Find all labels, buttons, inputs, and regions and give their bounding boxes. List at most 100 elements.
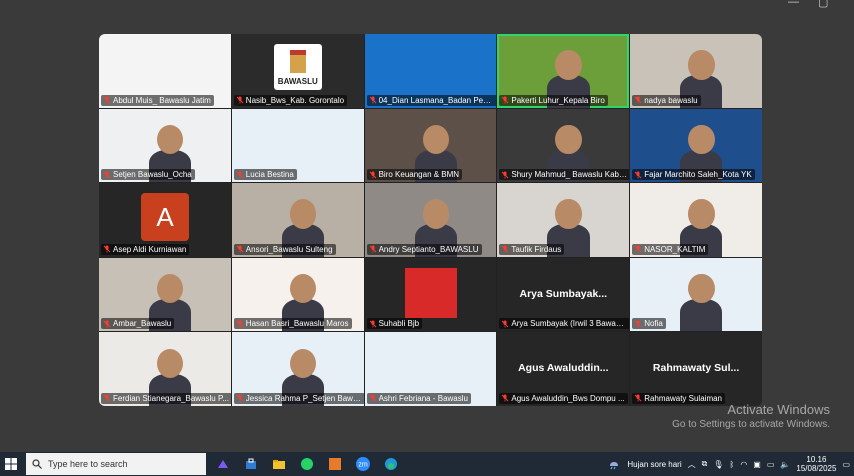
participant-tile[interactable]: Fajar Marchito Saleh_Kota YK <box>630 108 762 183</box>
sketch-app-icon[interactable] <box>324 452 346 476</box>
participant-face <box>688 50 715 80</box>
participant-tile[interactable]: Abdul Muis_ Bawaslu Jatim <box>99 34 231 108</box>
participant-label: Nofia <box>632 318 666 330</box>
activate-windows-subtitle: Go to Settings to activate Windows. <box>672 419 830 430</box>
participant-name: Lucia Bestina <box>245 170 294 180</box>
participant-tile[interactable]: Ferdian Stianegara_Bawaslu P... <box>99 332 231 406</box>
participant-label: Hasan Basri_Bawaslu Maros <box>233 318 352 330</box>
participant-tile[interactable]: Agus Awaluddin... Agus Awaluddin_Bws Domp… <box>497 332 630 406</box>
start-button[interactable] <box>0 452 22 476</box>
participant-tile[interactable]: Suhabli Bjb <box>364 257 497 332</box>
participant-tile[interactable]: Ambar_Bawaslu <box>99 257 231 332</box>
store-icon[interactable] <box>240 452 262 476</box>
volume-icon[interactable]: 🔈 <box>780 460 790 469</box>
microphone-icon[interactable]: 🎙 <box>713 460 723 469</box>
participant-name: Ambar_Bawaslu <box>113 319 172 329</box>
participant-face <box>555 50 582 80</box>
clock-date: 15/08/2025 <box>796 464 837 473</box>
clock-time: 10.16 <box>806 455 827 464</box>
participant-tile[interactable]: Rahmawaty Sul... Rahmawaty Sulaiman <box>630 332 762 406</box>
file-explorer-icon[interactable] <box>268 452 290 476</box>
battery-icon[interactable]: ▭ <box>767 460 775 469</box>
participant-tile[interactable]: Andry Septianto_BAWASLU <box>364 183 497 257</box>
participant-name: Andry Septianto_BAWASLU <box>378 244 479 254</box>
participant-tile[interactable]: Ashri Febriana - Bawaslu <box>364 332 497 406</box>
participant-label: nadya bawaslu <box>632 94 701 106</box>
participant-label: Taufik Firdaus <box>499 243 565 255</box>
participant-label: Ambar_Bawaslu <box>101 318 175 330</box>
participant-name: Pakerti Luhur_Kepala Biro <box>511 95 605 105</box>
participant-tile[interactable]: Setjen Bawaslu_Ocha <box>99 108 231 183</box>
participant-face <box>555 199 582 229</box>
muted-mic-icon <box>236 96 244 104</box>
minimize-button[interactable]: — <box>788 0 799 8</box>
muted-mic-icon <box>369 320 376 328</box>
participant-tile[interactable]: NASOR_KALTIM <box>630 183 762 257</box>
copilot-icon[interactable] <box>212 452 234 476</box>
participant-name: Nasib_Bws_Kab. Gorontalo <box>245 95 345 105</box>
wifi-icon[interactable]: ◠ <box>740 460 747 469</box>
muted-mic-icon <box>369 96 376 104</box>
notifications-icon[interactable]: ▭ <box>842 460 850 469</box>
participant-name: Hasan Basri_Bawaslu Maros <box>245 319 349 329</box>
participant-face <box>555 124 582 155</box>
clock[interactable]: 10.16 15/08/2025 <box>796 455 836 473</box>
muted-mic-icon <box>369 171 376 179</box>
participant-face <box>688 273 715 304</box>
whatsapp-icon[interactable] <box>296 452 318 476</box>
muted-mic-icon <box>502 394 509 402</box>
weather-icon <box>610 462 619 470</box>
participant-face <box>422 124 449 155</box>
participant-name: Ferdian Stianegara_Bawaslu P... <box>113 393 229 403</box>
bawaslu-logo: BAWASLU <box>273 44 322 90</box>
weather-text[interactable]: Hujan sore hari <box>627 460 681 469</box>
system-tray: Hujan sore hari ︿ ⧉ 🎙 ᛒ ◠ ▣ ▭ 🔈 10.16 15… <box>607 452 854 476</box>
muted-mic-icon <box>103 245 111 253</box>
participant-name: Arya Sumbayak (Irwil 3 Bawasl... <box>511 319 628 329</box>
search-icon <box>32 459 42 469</box>
muted-mic-icon <box>103 394 111 402</box>
participant-tile[interactable]: Arya Sumbayak... Arya Sumbayak (Irwil 3 B… <box>497 257 630 332</box>
participant-face <box>688 124 715 155</box>
edge-icon[interactable] <box>380 452 402 476</box>
participant-tile[interactable]: Ansori_Bawaslu Sulteng <box>231 183 364 257</box>
participant-label: Suhabli Bjb <box>366 318 423 330</box>
participant-name: Abdul Muis_ Bawaslu Jatim <box>113 95 211 105</box>
participant-face <box>688 199 715 229</box>
participant-tile[interactable]: Nofia <box>630 257 762 332</box>
muted-mic-icon <box>236 394 244 402</box>
activate-windows-title: Activate Windows <box>727 402 830 417</box>
network-icon[interactable]: ⧉ <box>702 459 708 469</box>
bluetooth-icon[interactable]: ᛒ <box>730 460 735 469</box>
participant-tile[interactable]: Shury Mahmud_ Bawaslu Kab.... <box>497 108 630 183</box>
participant-tile[interactable]: BAWASLU Nasib_Bws_Kab. Gorontalo <box>231 34 364 108</box>
chevron-up-icon[interactable]: ︿ <box>688 459 696 470</box>
muted-mic-icon <box>634 320 642 328</box>
participant-tile[interactable]: Lucia Bestina <box>231 108 364 183</box>
participant-tile[interactable]: 04_Dian Lasmana_Badan Peng... <box>364 34 497 108</box>
participant-name: Suhabli Bjb <box>378 319 420 329</box>
participant-name: Ansori_Bawaslu Sulteng <box>245 244 333 254</box>
zoom-icon[interactable]: zm <box>352 452 374 476</box>
participant-name: Taufik Firdaus <box>511 244 562 254</box>
participant-tile[interactable]: nadya bawaslu <box>630 34 762 108</box>
participant-label: Agus Awaluddin_Bws Dompu ... <box>499 392 628 404</box>
participant-tile[interactable]: Biro Keuangan & BMN <box>364 108 497 183</box>
participant-name: 04_Dian Lasmana_Badan Peng... <box>378 95 495 105</box>
participant-label: Biro Keuangan & BMN <box>366 169 463 181</box>
gallery-view: Abdul Muis_ Bawaslu Jatim BAWASLU Nasib_Bw… <box>99 34 762 406</box>
participant-label: Lucia Bestina <box>233 169 297 181</box>
participant-tile[interactable]: Hasan Basri_Bawaslu Maros <box>231 257 364 332</box>
participant-name: Nofia <box>644 319 663 329</box>
participant-label: Ashri Febriana - Bawaslu <box>366 392 471 404</box>
participant-label: Ferdian Stianegara_Bawaslu P... <box>101 392 231 404</box>
participant-tile[interactable]: A Asep Aldi Kurniawan <box>99 183 231 257</box>
participant-tile[interactable]: Jessica Rahma P_Setjen Bawa... <box>231 332 364 406</box>
shield-icon[interactable]: ▣ <box>753 460 761 469</box>
participant-tile[interactable]: Pakerti Luhur_Kepala Biro <box>497 34 630 108</box>
taskbar-search[interactable]: Type here to search <box>26 453 206 475</box>
muted-mic-icon <box>236 171 244 179</box>
participant-tile[interactable]: Taufik Firdaus <box>497 183 630 257</box>
muted-mic-icon <box>502 320 509 328</box>
maximize-button[interactable]: ▢ <box>818 0 828 9</box>
